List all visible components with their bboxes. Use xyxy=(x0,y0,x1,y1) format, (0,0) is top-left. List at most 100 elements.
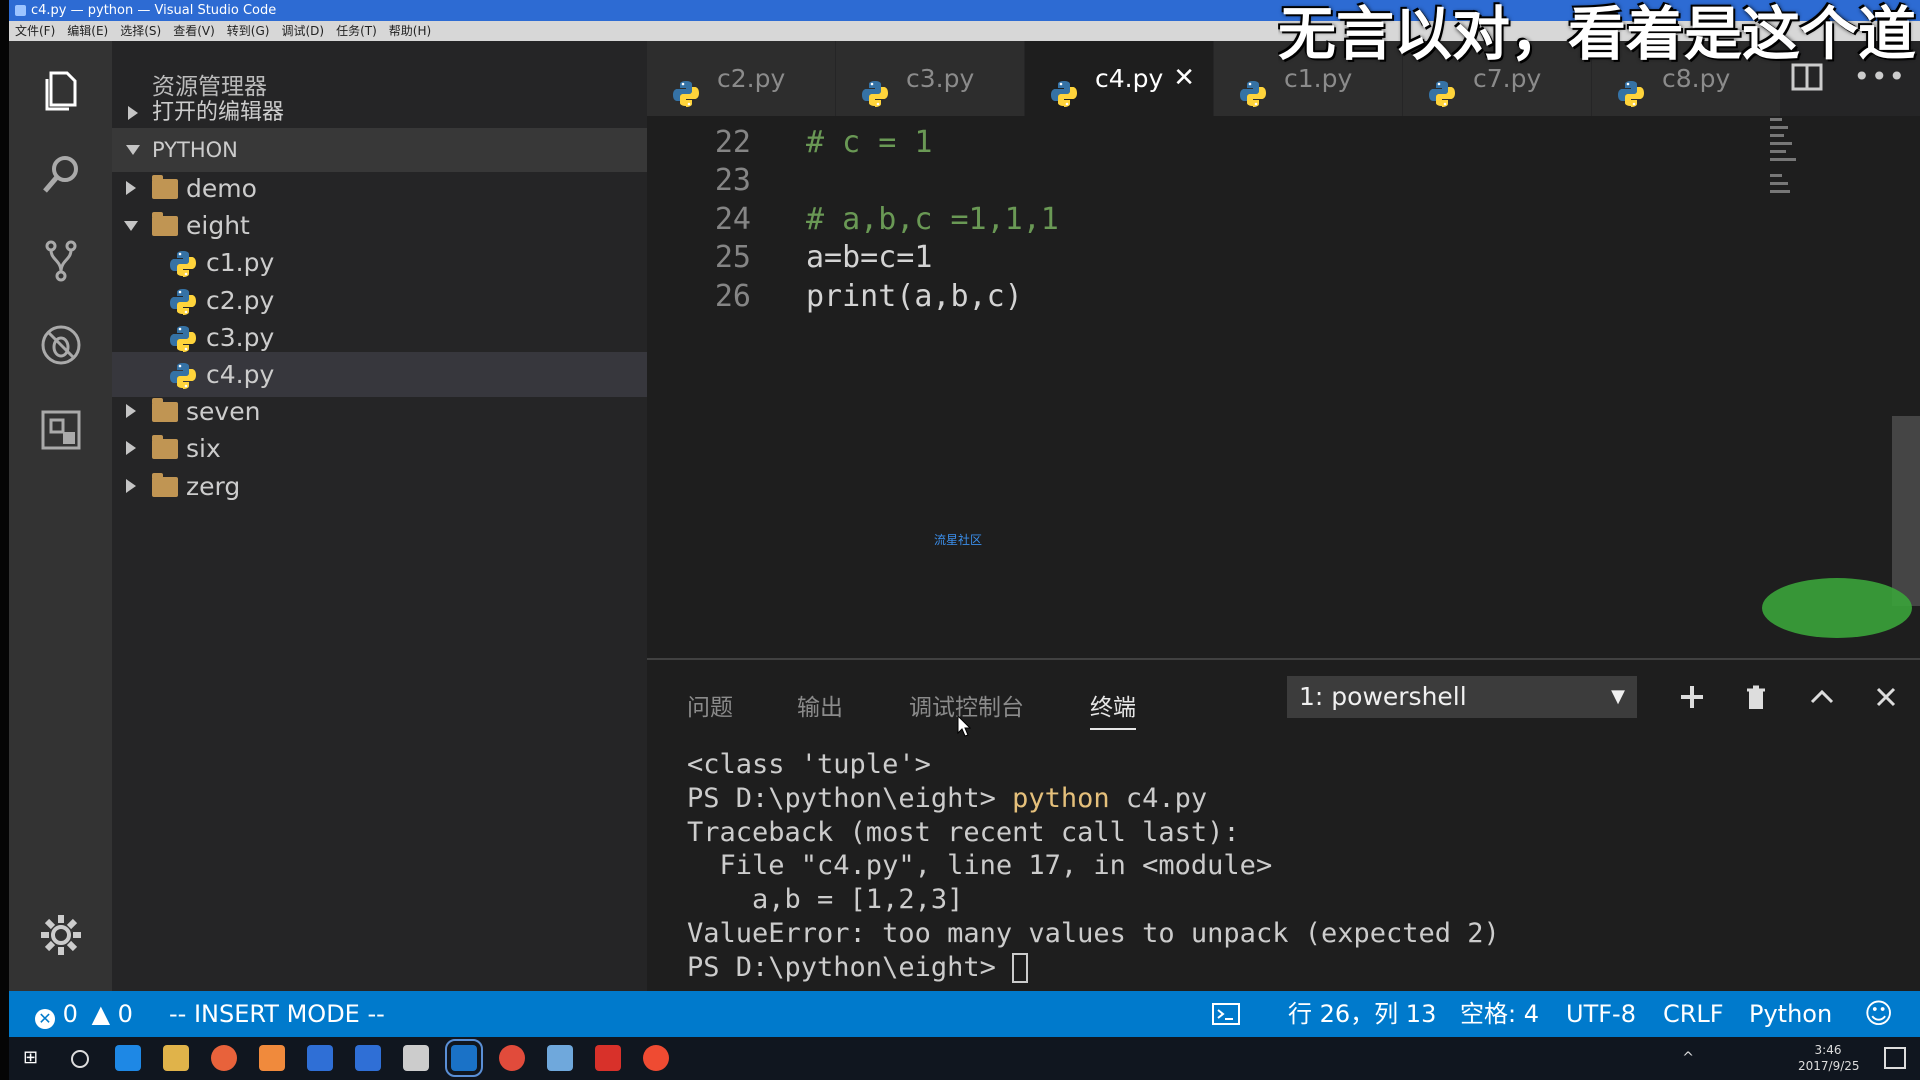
code-editor[interactable]: 21# b = 122# c = 12324# a,b,c =1,1,125a=… xyxy=(647,116,1920,658)
code-text: # c = 1 xyxy=(806,124,933,160)
indentation[interactable]: 空格: 4 xyxy=(1460,991,1539,1037)
menu-help[interactable]: 帮助(H) xyxy=(389,21,431,41)
vscode-app-icon xyxy=(15,5,26,16)
app-icon-5[interactable] xyxy=(403,1045,429,1071)
terminal-command: python xyxy=(1012,782,1110,814)
notification-icon[interactable] xyxy=(1884,1047,1906,1069)
cursor-position[interactable]: 行 26，列 13 xyxy=(1288,991,1436,1037)
terminal-prompt: PS D:\python\eight> xyxy=(687,951,1013,983)
activity-bar xyxy=(9,41,112,991)
menu-debug[interactable]: 调试(D) xyxy=(281,21,324,41)
tray-time: 3:46 xyxy=(1814,1043,1842,1057)
extensions-icon[interactable] xyxy=(37,406,85,454)
terminal-text: <class 'tuple'> xyxy=(687,749,931,780)
app-icon-4[interactable] xyxy=(355,1045,381,1071)
error-count: 0 xyxy=(62,1000,78,1028)
status-bar: ✕ 0 ▲ 0 -- INSERT MODE -- 行 26，列 13 空格: … xyxy=(9,991,1920,1037)
encoding[interactable]: UTF-8 xyxy=(1566,991,1636,1037)
chevron-right-icon xyxy=(128,106,138,120)
errors-indicator[interactable]: ✕ 0 ▲ 0 xyxy=(35,991,133,1037)
python-file-icon xyxy=(1049,63,1079,107)
app-icon-8[interactable] xyxy=(643,1045,669,1071)
warning-count: 0 xyxy=(117,1000,133,1028)
menu-edit[interactable]: 编辑(E) xyxy=(67,21,108,41)
menu-goto[interactable]: 转到(G) xyxy=(227,21,270,41)
menu-file[interactable]: 文件(F) xyxy=(15,21,55,41)
feedback-smiley-icon[interactable]: ☺ xyxy=(1864,991,1893,1037)
watermark-text: 流星社区 xyxy=(934,533,983,547)
warning-icon: ▲ xyxy=(91,1000,111,1028)
close-tab-icon[interactable]: ✕ xyxy=(1173,41,1195,116)
terminal-line: File "c4.py", line 17, in <module> xyxy=(687,849,1500,883)
panel-tab-terminal[interactable]: 终端 xyxy=(1090,688,1136,730)
terminal-text: Traceback (most recent call last): xyxy=(687,816,1240,848)
tab-c2-py[interactable]: c2.py xyxy=(647,41,835,116)
panel-tab-output[interactable]: 输出 xyxy=(797,688,843,722)
debug-icon[interactable] xyxy=(37,321,85,369)
vim-mode: -- INSERT MODE -- xyxy=(169,1000,385,1028)
python-file-icon xyxy=(168,286,198,316)
chrome-icon[interactable] xyxy=(499,1045,525,1071)
python-file-icon xyxy=(168,248,198,278)
app-icon-1[interactable] xyxy=(211,1045,237,1071)
explorer-sidebar: 资源管理器 打开的编辑器 PYTHON demo eight c1.py c2.py c… xyxy=(112,41,647,991)
terminal-toggle-icon[interactable] xyxy=(1212,991,1240,1037)
app-icon-3[interactable] xyxy=(307,1045,333,1071)
overlay-subtitle: 无言以对，看着是这个道 xyxy=(1278,0,1917,68)
terminal-line: PS D:\python\eight> python c4.py xyxy=(687,782,1500,816)
folder-icon xyxy=(152,472,178,497)
terminal-output[interactable]: <class 'tuple'> PS D:\python\eight> pytho… xyxy=(687,748,1500,985)
dropdown-arrow-icon: ▼ xyxy=(1611,686,1625,707)
python-file-icon xyxy=(1238,63,1268,107)
app-icon-6[interactable] xyxy=(547,1045,573,1071)
line-number: 26 xyxy=(714,279,751,314)
trash-icon[interactable] xyxy=(1741,682,1771,712)
language-mode[interactable]: Python xyxy=(1749,991,1832,1037)
line-ending[interactable]: CRLF xyxy=(1663,991,1724,1037)
menu-selection[interactable]: 选择(S) xyxy=(120,21,161,41)
maximize-panel-icon[interactable] xyxy=(1807,682,1837,712)
chevron-right-icon xyxy=(126,478,136,493)
minimap[interactable] xyxy=(1770,116,1810,226)
files-icon[interactable] xyxy=(37,67,85,115)
folder-icon xyxy=(152,398,178,423)
terminal-line: <class 'tuple'> xyxy=(687,748,1500,782)
app-icon-7[interactable] xyxy=(595,1045,621,1071)
chevron-right-icon xyxy=(126,181,136,195)
app-icon-2[interactable] xyxy=(259,1045,285,1071)
tab-c4-py[interactable]: c4.py ✕ xyxy=(1025,41,1213,116)
menu-view[interactable]: 查看(V) xyxy=(173,21,215,41)
chevron-down-icon xyxy=(124,221,138,232)
terminal-text: ValueError: too many values to unpack (e… xyxy=(687,917,1500,949)
windows-start-icon[interactable]: ⊞ xyxy=(23,1045,49,1071)
python-file-icon xyxy=(168,323,198,353)
menu-tasks[interactable]: 任务(T) xyxy=(336,21,377,41)
folder-icon xyxy=(152,435,178,460)
window-title: c4.py — python — Visual Studio Code xyxy=(31,3,277,18)
tree-folder-zerg[interactable]: zerg xyxy=(112,464,647,509)
settings-gear-icon[interactable] xyxy=(37,911,85,959)
python-file-icon xyxy=(671,63,701,107)
editor-scrollbar[interactable] xyxy=(1892,416,1920,606)
terminal-text: a,b = [1,2,3] xyxy=(687,884,964,916)
close-panel-icon[interactable] xyxy=(1871,682,1901,712)
file-explorer-icon[interactable] xyxy=(163,1045,189,1071)
mouse-pointer-icon xyxy=(957,715,971,737)
cortana-search-icon[interactable] xyxy=(71,1050,89,1068)
windows-taskbar: ⊞ ^ 3:46 2017/9/25 xyxy=(9,1037,1920,1080)
python-file-icon xyxy=(860,63,890,107)
source-control-icon[interactable] xyxy=(37,236,85,284)
edge-browser-icon[interactable] xyxy=(115,1045,141,1071)
folder-open-icon xyxy=(152,212,178,237)
tab-c3-py[interactable]: c3.py xyxy=(836,41,1024,116)
tray-arrow-icon[interactable]: ^ xyxy=(1682,1051,1694,1065)
terminal-select[interactable]: 1: powershell ▼ xyxy=(1287,676,1637,718)
chevron-right-icon xyxy=(126,404,136,419)
vscode-taskbar-icon[interactable] xyxy=(445,1039,483,1077)
error-icon: ✕ xyxy=(35,1009,55,1029)
terminal-line: a,b = [1,2,3] xyxy=(687,883,1500,917)
tab-label: c4.py xyxy=(1095,64,1164,93)
panel-tab-problems[interactable]: 问题 xyxy=(687,688,733,722)
new-terminal-icon[interactable] xyxy=(1677,682,1707,712)
search-icon[interactable] xyxy=(37,151,85,199)
